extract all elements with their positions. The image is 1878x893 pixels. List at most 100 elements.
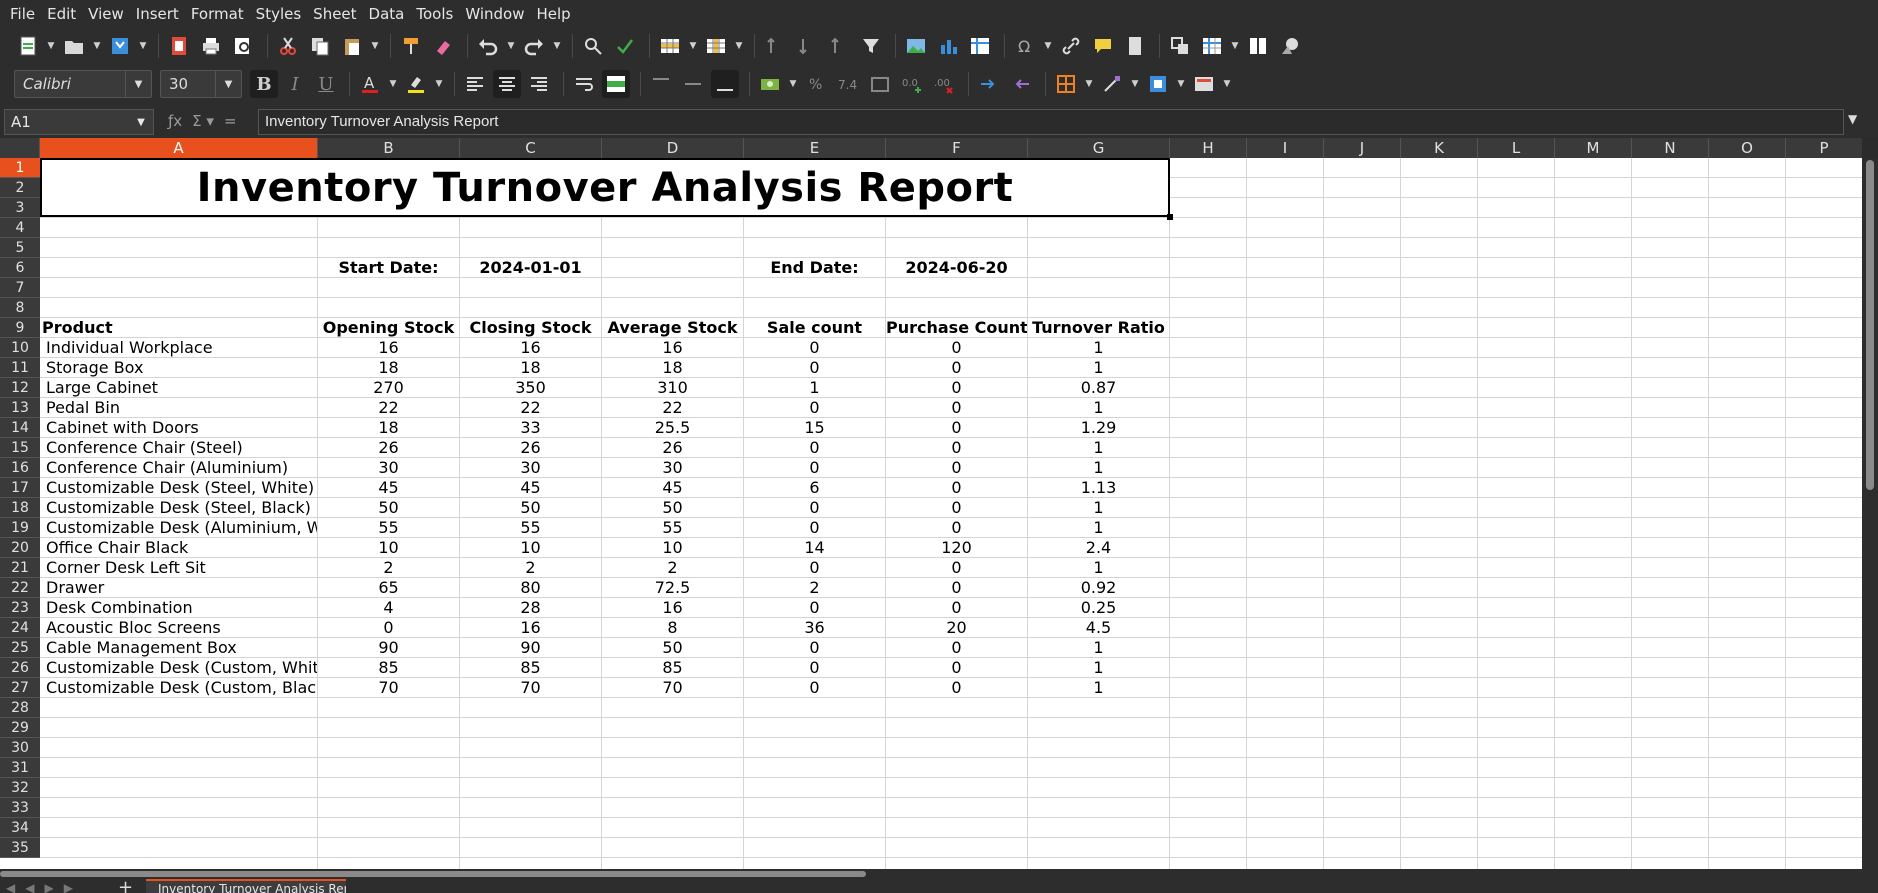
table-data-cell[interactable]: 0 (744, 598, 885, 618)
table-data-cell[interactable]: 0 (886, 338, 1027, 358)
product-name-cell[interactable]: Large Cabinet (46, 378, 317, 398)
table-data-cell[interactable]: 70 (318, 678, 459, 698)
table-data-cell[interactable]: 1 (1028, 458, 1169, 478)
table-data-cell[interactable]: 8 (602, 618, 743, 638)
font-name-dropdown-icon[interactable]: ▼ (125, 71, 151, 97)
row-header-12[interactable]: 12 (0, 378, 40, 398)
table-data-cell[interactable]: 50 (460, 498, 601, 518)
product-name-cell[interactable]: Storage Box (46, 358, 317, 378)
border-style-icon[interactable] (1098, 70, 1126, 98)
row-header-26[interactable]: 26 (0, 658, 40, 678)
table-data-cell[interactable]: 36 (744, 618, 885, 638)
table-data-cell[interactable]: 1 (1028, 498, 1169, 518)
product-name-cell[interactable]: Corner Desk Left Sit (46, 558, 317, 578)
table-data-cell[interactable]: 0 (886, 418, 1027, 438)
row-header-31[interactable]: 31 (0, 758, 40, 778)
product-name-cell[interactable]: Customizable Desk (Aluminium, Wh (46, 518, 317, 538)
column-header-c[interactable]: C (460, 138, 602, 158)
table-data-cell[interactable]: 0 (886, 658, 1027, 678)
table-data-cell[interactable]: 0 (744, 498, 885, 518)
table-data-cell[interactable]: 0 (886, 578, 1027, 598)
column-header-m[interactable]: M (1555, 138, 1632, 158)
row-header-10[interactable]: 10 (0, 338, 40, 358)
table-data-cell[interactable]: 18 (318, 418, 459, 438)
table-data-cell[interactable]: 26 (460, 438, 601, 458)
table-data-cell[interactable]: 0 (886, 378, 1027, 398)
table-data-cell[interactable]: 70 (602, 678, 743, 698)
product-name-cell[interactable]: Customizable Desk (Custom, White (46, 658, 317, 678)
vertical-scrollbar[interactable] (1862, 158, 1878, 869)
table-data-cell[interactable]: 0 (744, 338, 885, 358)
table-data-cell[interactable]: 0 (744, 658, 885, 678)
row-header-3[interactable]: 3 (0, 198, 40, 218)
product-name-cell[interactable]: Individual Workplace (46, 338, 317, 358)
table-data-cell[interactable]: 4 (318, 598, 459, 618)
table-data-cell[interactable]: 0 (744, 438, 885, 458)
fill-handle[interactable] (1167, 214, 1173, 220)
bold-button[interactable]: B (250, 70, 278, 98)
table-data-cell[interactable]: 45 (460, 478, 601, 498)
border-color-icon[interactable] (1144, 70, 1172, 98)
table-data-cell[interactable]: 4.5 (1028, 618, 1169, 638)
conditional-format-icon[interactable] (1190, 70, 1218, 98)
spelling-icon[interactable] (611, 32, 639, 60)
table-data-cell[interactable]: 26 (318, 438, 459, 458)
row-header-17[interactable]: 17 (0, 478, 40, 498)
table-data-cell[interactable]: 0 (886, 438, 1027, 458)
table-data-cell[interactable]: 0 (744, 358, 885, 378)
table-header-cell[interactable]: Average Stock (602, 318, 743, 338)
row-header-21[interactable]: 21 (0, 558, 40, 578)
row-header-35[interactable]: 35 (0, 838, 40, 858)
table-data-cell[interactable]: 0 (886, 678, 1027, 698)
row-header-13[interactable]: 13 (0, 398, 40, 418)
align-left-icon[interactable] (461, 70, 489, 98)
menu-file[interactable]: File (4, 0, 41, 28)
table-data-cell[interactable]: 16 (460, 618, 601, 638)
print-preview-icon[interactable] (229, 32, 257, 60)
table-data-cell[interactable]: 45 (602, 478, 743, 498)
table-data-cell[interactable]: 14 (744, 538, 885, 558)
italic-button[interactable]: I (281, 70, 309, 98)
save-dropdown-icon[interactable]: ▼ (138, 32, 148, 60)
decrease-indent-icon[interactable] (1007, 70, 1035, 98)
row-header-5[interactable]: 5 (0, 238, 40, 258)
find-replace-icon[interactable] (579, 32, 607, 60)
borders-dropdown-icon[interactable]: ▼ (1084, 70, 1094, 98)
table-data-cell[interactable]: 18 (602, 358, 743, 378)
table-data-cell[interactable]: 10 (318, 538, 459, 558)
merged-title-cell[interactable]: Inventory Turnover Analysis Report (40, 158, 1170, 217)
border-color-dropdown-icon[interactable]: ▼ (1176, 70, 1186, 98)
menu-data[interactable]: Data (363, 0, 411, 28)
row-icon[interactable] (656, 32, 684, 60)
row-header-23[interactable]: 23 (0, 598, 40, 618)
menu-edit[interactable]: Edit (41, 0, 82, 28)
menu-view[interactable]: View (82, 0, 130, 28)
table-data-cell[interactable]: 0 (886, 398, 1027, 418)
table-data-cell[interactable]: 1 (1028, 678, 1169, 698)
table-data-cell[interactable]: 1 (744, 378, 885, 398)
font-size-dropdown-icon[interactable]: ▼ (215, 71, 241, 97)
conditional-dropdown-icon[interactable]: ▼ (1222, 70, 1232, 98)
table-data-cell[interactable]: 2 (318, 558, 459, 578)
table-data-cell[interactable]: 22 (460, 398, 601, 418)
font-color-dropdown-icon[interactable]: ▼ (388, 70, 398, 98)
column-header-d[interactable]: D (602, 138, 744, 158)
table-header-cell[interactable]: Turnover Ratio (1028, 318, 1169, 338)
table-data-cell[interactable]: 18 (318, 358, 459, 378)
table-data-cell[interactable]: 0 (744, 558, 885, 578)
clone-formatting-icon[interactable] (397, 32, 425, 60)
row-header-9[interactable]: 9 (0, 318, 40, 338)
expand-formula-bar-icon[interactable]: ▼ (1848, 112, 1857, 126)
merge-center-icon[interactable] (602, 70, 630, 98)
table-data-cell[interactable]: 65 (318, 578, 459, 598)
table-data-cell[interactable]: 0 (886, 498, 1027, 518)
product-name-cell[interactable]: Cable Management Box (46, 638, 317, 658)
product-name-cell[interactable]: Pedal Bin (46, 398, 317, 418)
spreadsheet-grid[interactable]: ABCDEFGHIJKLMNOP 1 2 3 4 5 6 7 8 9 10 11 12 13 14 15 16… (0, 138, 1862, 869)
column-header-l[interactable]: L (1478, 138, 1555, 158)
percent-format-icon[interactable]: % (802, 70, 830, 98)
table-data-cell[interactable]: 2 (744, 578, 885, 598)
align-right-icon[interactable] (525, 70, 553, 98)
table-data-cell[interactable]: 20 (886, 618, 1027, 638)
table-data-cell[interactable]: 0 (886, 458, 1027, 478)
